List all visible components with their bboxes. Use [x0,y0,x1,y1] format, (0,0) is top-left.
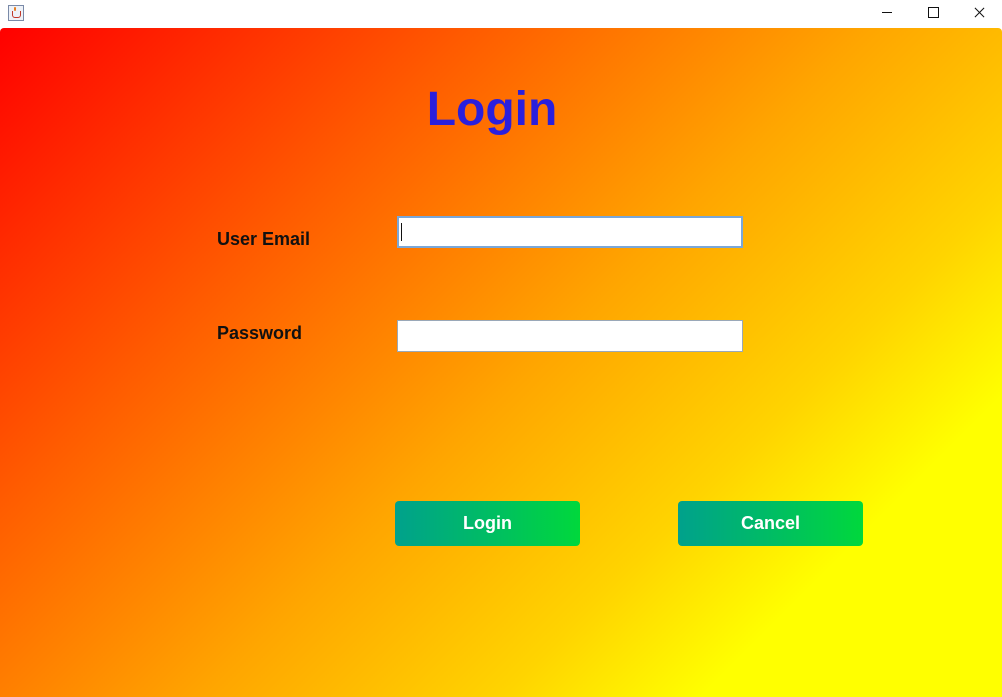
login-panel: Login User Email Password Login Cancel [0,28,1002,697]
login-button[interactable]: Login [395,501,580,546]
login-window: Login User Email Password Login Cancel [0,0,1002,697]
password-field[interactable] [397,320,743,352]
email-field[interactable] [397,216,743,248]
close-button[interactable] [956,0,1002,28]
email-label: User Email [217,229,311,249]
title-bar[interactable] [0,0,1002,28]
minimize-button[interactable] [864,0,910,28]
text-caret [401,223,402,241]
maximize-button[interactable] [910,0,956,28]
page-title: Login [426,83,558,136]
java-cup-icon [8,5,24,21]
password-label: Password [217,323,303,343]
cancel-button[interactable]: Cancel [678,501,863,546]
